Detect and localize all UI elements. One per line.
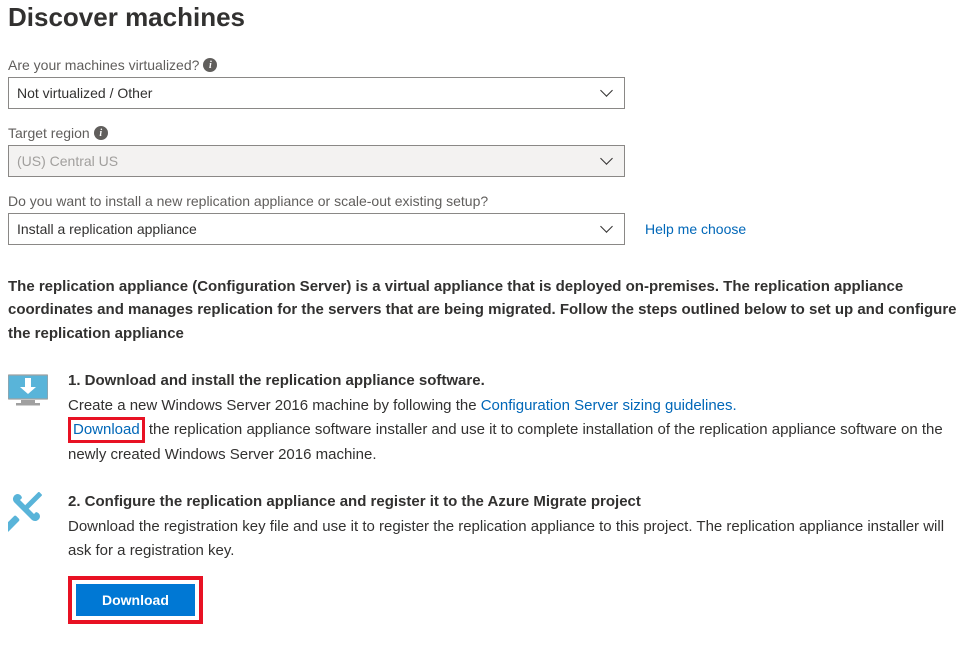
download-button[interactable]: Download	[76, 584, 195, 616]
step-1-body: Create a new Windows Server 2016 machine…	[68, 394, 971, 466]
region-value: (US) Central US	[17, 153, 118, 169]
download-button-highlight: Download	[68, 576, 203, 624]
download-monitor-icon	[8, 369, 48, 407]
intro-text: The replication appliance (Configuration…	[8, 275, 971, 345]
step-2: 2. Configure the replication appliance a…	[8, 490, 971, 624]
install-field: Do you want to install a new replication…	[8, 193, 971, 245]
info-icon[interactable]: i	[94, 126, 108, 140]
download-installer-link[interactable]: Download	[73, 421, 140, 438]
region-label: Target region i	[8, 125, 971, 141]
sizing-guidelines-link[interactable]: Configuration Server sizing guidelines.	[481, 397, 737, 414]
chevron-down-icon	[602, 223, 614, 235]
virtualized-label-text: Are your machines virtualized?	[8, 57, 199, 73]
install-label: Do you want to install a new replication…	[8, 193, 971, 209]
step-1-line1a: Create a new Windows Server 2016 machine…	[68, 397, 481, 414]
download-link-highlight: Download	[68, 417, 145, 443]
help-me-choose-link[interactable]: Help me choose	[645, 221, 746, 237]
step-1: 1. Download and install the replication …	[8, 369, 971, 466]
page-title: Discover machines	[8, 0, 971, 33]
step-1-line2: the replication appliance software insta…	[68, 421, 943, 463]
region-select: (US) Central US	[8, 145, 625, 177]
install-select[interactable]: Install a replication appliance	[8, 213, 625, 245]
region-label-text: Target region	[8, 125, 90, 141]
chevron-down-icon	[602, 87, 614, 99]
step-1-heading: 1. Download and install the replication …	[68, 369, 971, 392]
virtualized-select[interactable]: Not virtualized / Other	[8, 77, 625, 109]
install-value: Install a replication appliance	[17, 221, 197, 237]
chevron-down-icon	[602, 155, 614, 167]
tools-icon	[8, 490, 48, 532]
virtualized-label: Are your machines virtualized? i	[8, 57, 971, 73]
step-2-body: Download the registration key file and u…	[68, 515, 971, 562]
step-2-heading: 2. Configure the replication appliance a…	[68, 490, 971, 513]
virtualized-value: Not virtualized / Other	[17, 85, 152, 101]
virtualized-field: Are your machines virtualized? i Not vir…	[8, 57, 971, 109]
region-field: Target region i (US) Central US	[8, 125, 971, 177]
info-icon[interactable]: i	[203, 58, 217, 72]
install-label-text: Do you want to install a new replication…	[8, 193, 488, 209]
